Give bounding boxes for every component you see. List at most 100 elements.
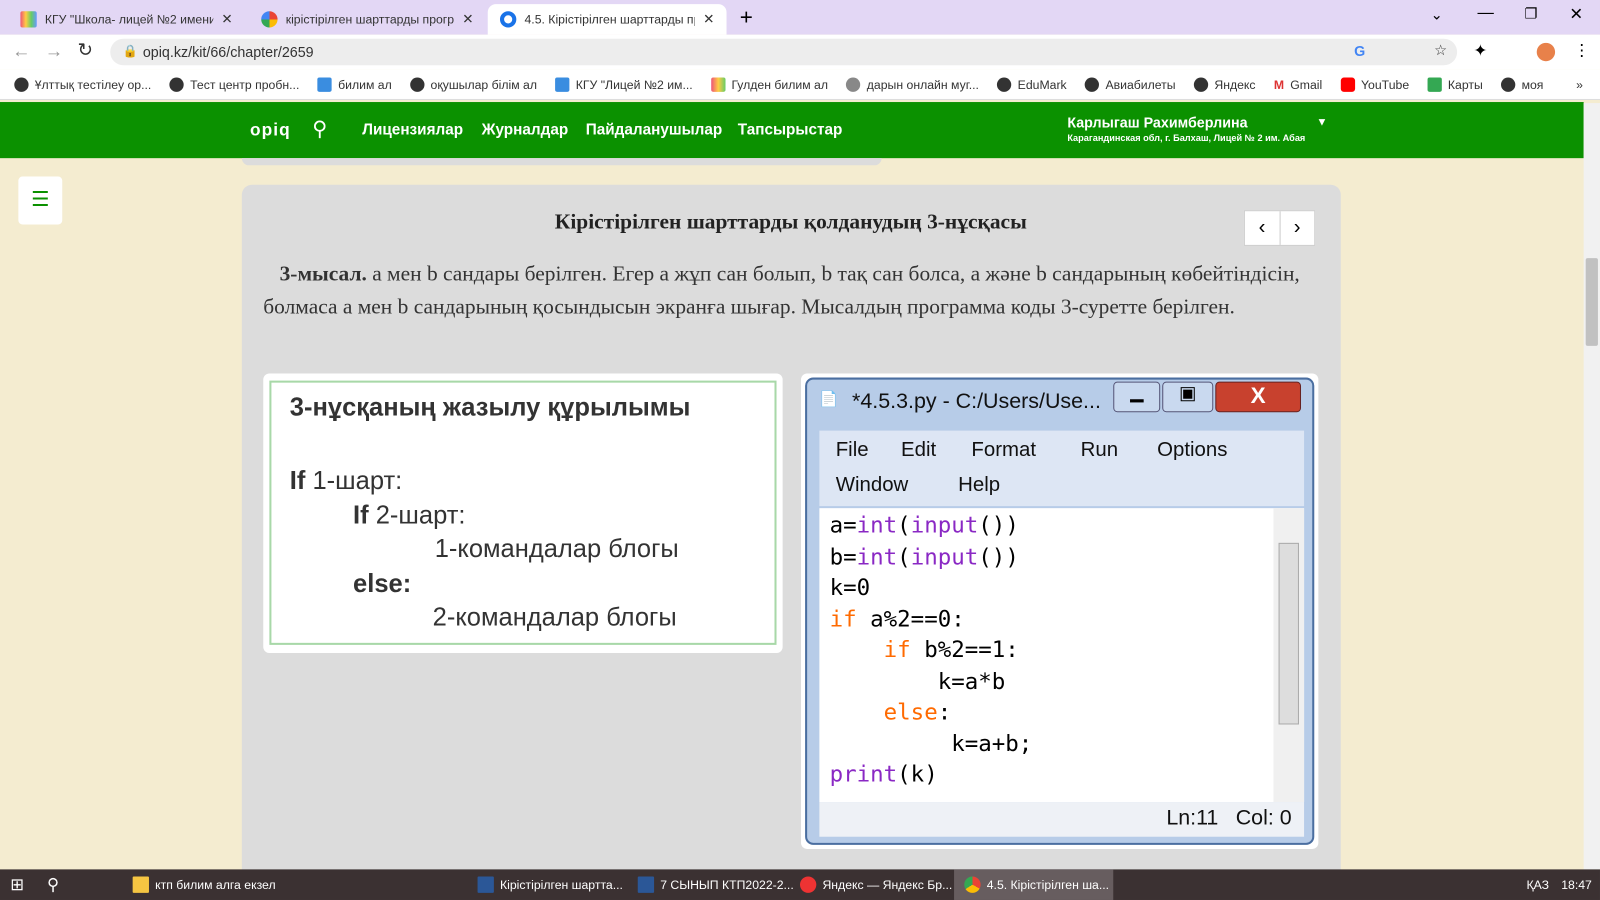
language-indicator[interactable]: ҚАЗ — [1527, 869, 1550, 900]
site-icon — [711, 77, 726, 92]
nav-orders[interactable]: Тапсырыстар — [738, 121, 843, 138]
idle-maximize-button[interactable]: ▣ — [1162, 381, 1214, 413]
back-icon[interactable]: ← — [12, 41, 30, 62]
forward-icon[interactable]: → — [45, 41, 63, 62]
idle-menu-bar: File Edit Format Run Options Window Help — [819, 430, 1305, 507]
bookmark[interactable]: Тест центр пробн... — [169, 77, 299, 92]
idle-close-button[interactable]: X — [1215, 381, 1302, 413]
menu-run[interactable]: Run — [1081, 439, 1118, 462]
tab-bar: КГУ "Школа- лицей №2 имени А ✕ кірістіріл… — [0, 0, 1600, 35]
word-icon — [637, 876, 655, 893]
google-translate-icon[interactable]: G — [1354, 43, 1365, 59]
more-bookmarks[interactable]: » — [1576, 77, 1583, 91]
tab-1[interactable]: КГУ "Школа- лицей №2 имени А ✕ — [8, 4, 245, 35]
idle-window-figure: 📄 *4.5.3.py - C:/Users/Use... ▁ ▣ X File… — [801, 373, 1319, 849]
close-tab-icon[interactable]: ✕ — [703, 11, 714, 27]
bookmark[interactable]: Карты — [1427, 77, 1483, 92]
menu-window[interactable]: Window — [836, 473, 909, 496]
bookmark[interactable]: дарын онлайн муг... — [846, 77, 979, 92]
menu-format[interactable]: Format — [971, 439, 1036, 462]
scrollbar-thumb[interactable] — [1585, 258, 1598, 346]
bookmark[interactable]: билим ал — [317, 77, 392, 92]
structure-heading: 3-нұсқаның жазылу құрылымы — [289, 392, 691, 422]
bilim-icon — [555, 77, 570, 92]
bookmark[interactable]: EduMark — [997, 77, 1067, 92]
bookmark[interactable]: моя — [1501, 77, 1543, 92]
menu-edit[interactable]: Edit — [901, 439, 936, 462]
reload-icon[interactable]: ↻ — [78, 40, 93, 61]
nav-licenses[interactable]: Лицензиялар — [362, 121, 463, 138]
bookmark[interactable]: YouTube — [1340, 77, 1409, 92]
nav-journals[interactable]: Журналдар — [482, 121, 569, 138]
bookmark[interactable]: Гулден билим ал — [711, 77, 828, 92]
close-tab-icon[interactable]: ✕ — [221, 11, 232, 27]
user-org: Карагандинская обл, г. Балхаш, Лицей № 2… — [1067, 132, 1306, 143]
bookmark[interactable]: Ұлттық тестілеу ор... — [14, 77, 151, 92]
globe-icon — [1085, 77, 1100, 92]
taskbar-item-active[interactable]: 4.5. Кірістірілген ша... — [954, 869, 1114, 900]
globe-icon — [169, 77, 184, 92]
menu-help[interactable]: Help — [958, 473, 1000, 496]
globe-icon — [1501, 77, 1516, 92]
start-icon[interactable]: ⊞ — [10, 869, 24, 900]
tab-2[interactable]: кірістірілген шарттарды програм ✕ — [249, 4, 486, 35]
globe-icon — [1193, 77, 1209, 92]
table-of-contents-button[interactable]: ☰ — [18, 176, 63, 225]
idle-minimize-button[interactable]: ▁ — [1113, 381, 1161, 413]
close-tab-icon[interactable]: ✕ — [462, 11, 473, 27]
close-window-button[interactable]: ✕ — [1569, 4, 1583, 24]
yandex-icon — [799, 876, 817, 893]
clock[interactable]: 18:47 — [1561, 869, 1592, 900]
bookmark[interactable]: Яндекс — [1193, 77, 1256, 92]
code: a=int(input()) b=int(input()) k=0 if a%2… — [829, 513, 1033, 788]
scrollbar-thumb[interactable] — [1278, 542, 1299, 725]
globe-icon — [997, 77, 1012, 92]
word-icon — [477, 876, 494, 893]
user-dropdown-icon[interactable]: ▼ — [1316, 116, 1327, 128]
section-title: Кірістірілген шарттарды қолданудың 3-нұс… — [554, 209, 1027, 234]
page-scrollbar[interactable] — [1583, 103, 1600, 870]
prev-page-button[interactable]: ‹ — [1245, 211, 1281, 245]
restore-button[interactable]: ❐ — [1524, 5, 1537, 22]
bookmark[interactable]: оқушылар білім ал — [410, 77, 537, 92]
bookmark[interactable]: КГУ "Лицей №2 им... — [555, 77, 693, 92]
menu-options[interactable]: Options — [1157, 439, 1227, 462]
next-page-button[interactable]: › — [1280, 211, 1314, 245]
extensions-icon[interactable]: ✦ — [1473, 41, 1487, 61]
code-editor[interactable]: a=int(input()) b=int(input()) k=0 if a%2… — [819, 508, 1305, 803]
taskbar-item[interactable]: 7 СЫНЫП КТП2022-2... — [637, 869, 794, 900]
address-bar[interactable]: 🔒 opiq.kz/kit/66/chapter/2659 G ☆ — [110, 38, 1458, 66]
previous-card-edge — [241, 158, 882, 166]
avatar[interactable] — [1536, 42, 1556, 62]
lock-icon: 🔒 — [122, 43, 138, 59]
new-tab-button[interactable]: + — [740, 4, 753, 31]
search-icon[interactable]: ⚲ — [312, 116, 327, 142]
taskbar: ⊞ ⚲ ктп билим алга екзел Кірістірілген ш… — [0, 869, 1600, 900]
taskbar-item[interactable]: Кірістірілген шартта... — [477, 869, 623, 900]
taskbar-item[interactable]: ктп билим алга екзел — [132, 869, 276, 900]
globe-icon — [410, 77, 425, 92]
python-file-icon: 📄 — [819, 390, 839, 409]
idle-title: *4.5.3.py - C:/Users/Use... — [852, 389, 1101, 414]
bookmark-star-icon[interactable]: ☆ — [1434, 42, 1447, 59]
bookmark[interactable]: M Gmail — [1274, 77, 1322, 91]
feather-icon — [846, 77, 861, 92]
menu-icon[interactable]: ⋮ — [1573, 41, 1589, 61]
menu-file[interactable]: File — [836, 439, 869, 462]
search-taskbar-icon[interactable]: ⚲ — [47, 869, 59, 900]
nav-users[interactable]: Пайдаланушылар — [586, 121, 723, 138]
site-header: opiq ⚲ Лицензиялар Журналдар Пайдаланушы… — [0, 102, 1584, 159]
bookmark[interactable]: Авиабилеты — [1085, 77, 1176, 92]
opiq-icon — [499, 11, 517, 28]
taskbar-item[interactable]: Яндекс — Яндекс Бр... — [799, 869, 952, 900]
globe-icon — [14, 77, 29, 92]
bilim-icon — [317, 77, 333, 92]
user-name[interactable]: Карлыгаш Рахимберлина — [1067, 114, 1247, 130]
minimize-button[interactable]: — — [1478, 4, 1494, 22]
tab-3-active[interactable]: 4.5. Кірістірілген шарттарды про ✕ — [487, 4, 727, 35]
gmail-icon: M — [1273, 77, 1285, 92]
tab-search-icon[interactable]: ⌄ — [1431, 6, 1443, 23]
editor-scrollbar[interactable] — [1273, 508, 1305, 803]
logo[interactable]: opiq — [250, 120, 291, 140]
structure-figure: 3-нұсқаның жазылу құрылымы If 1-шарт: If… — [263, 373, 783, 654]
